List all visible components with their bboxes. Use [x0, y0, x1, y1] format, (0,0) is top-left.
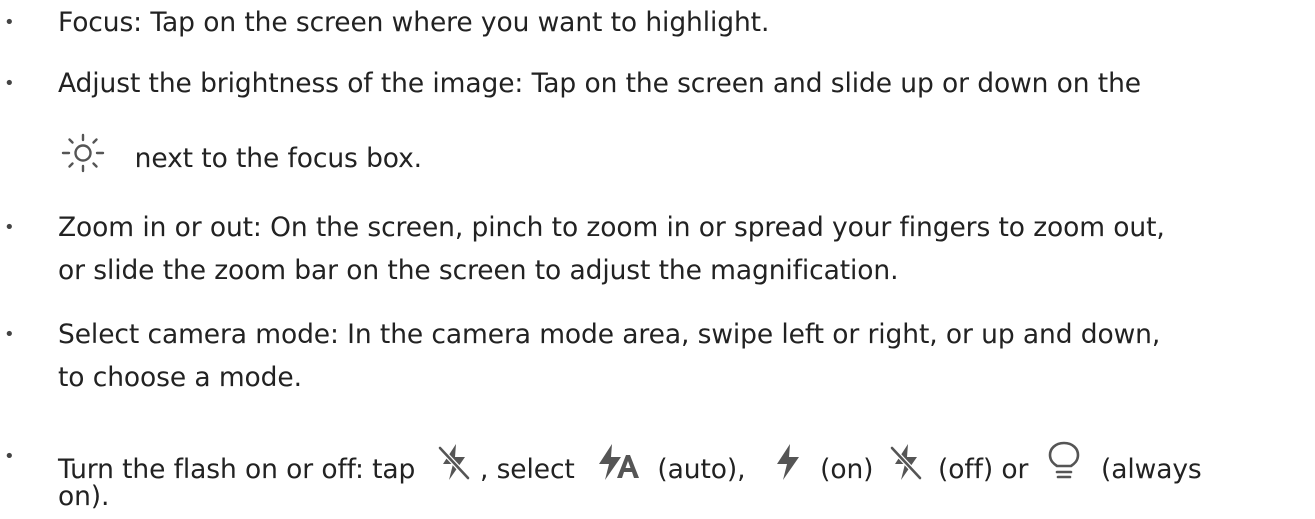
zoom-text-line1: Zoom in or out: On the screen, pinch to … [58, 212, 1165, 243]
flash-text-seg-6: (always [1100, 454, 1202, 485]
flash-text-seg-5: (off) or [938, 454, 1029, 485]
camera-mode-text-line2: to choose a mode. [58, 362, 302, 393]
focus-text: Focus: Tap on the screen where you want … [58, 7, 770, 38]
instruction-list: • Focus: Tap on the screen where you wan… [0, 0, 1315, 519]
brightness-text-line2: next to the focus box. [134, 143, 422, 174]
flash-always-on-icon [1047, 440, 1081, 480]
flash-text-line1: Turn the flash on or off: tap , select (… [58, 440, 1202, 487]
flash-text-seg-3: (auto), [657, 454, 746, 485]
bullet: • [4, 73, 15, 94]
bullet: • [4, 324, 15, 345]
zoom-text-line2: or slide the zoom bar on the screen to a… [58, 255, 899, 286]
bullet: • [4, 12, 15, 33]
flash-auto-icon [595, 442, 641, 482]
brightness-text-line1: Adjust the brightness of the image: Tap … [58, 68, 1141, 99]
flash-off-icon [436, 442, 472, 482]
flash-off-icon [888, 442, 924, 482]
brightness-text-line2-wrap: next to the focus box. [58, 131, 422, 176]
camera-mode-text-line1: Select camera mode: In the camera mode a… [58, 319, 1161, 350]
flash-text-seg-2: , select [479, 454, 575, 485]
flash-text-seg-1: Turn the flash on or off: tap [58, 454, 416, 485]
bullet: • [4, 446, 15, 467]
flash-text-seg-4: (on) [820, 454, 874, 485]
brightness-sun-icon [58, 131, 108, 175]
flash-text-line2: on). [58, 481, 110, 512]
flash-on-icon [772, 442, 800, 482]
bullet: • [4, 217, 15, 238]
